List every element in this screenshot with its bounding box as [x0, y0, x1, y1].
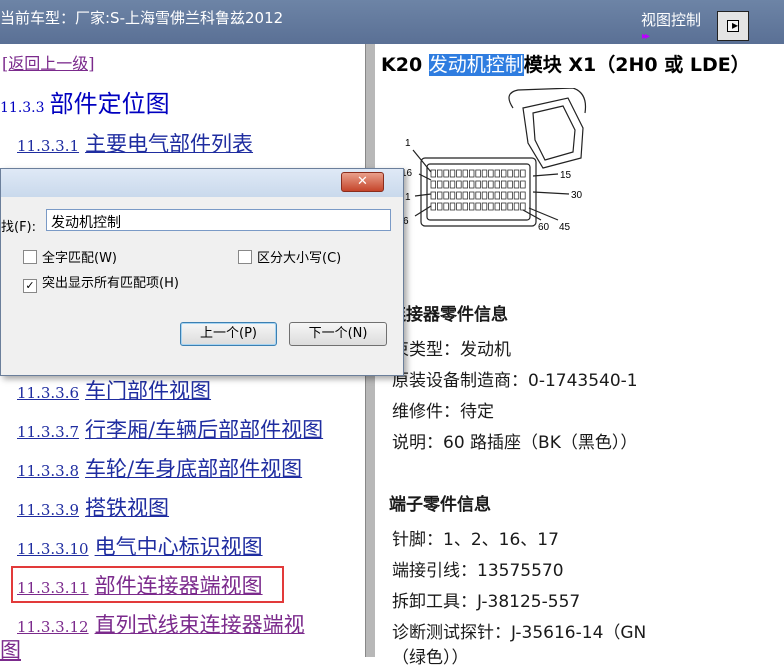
nav-link-number: 11.3.3.10	[17, 540, 89, 558]
highlight-box	[11, 566, 284, 603]
nav-link-ground-view[interactable]: 11.3.3.9 搭铁视图	[17, 492, 169, 522]
close-button[interactable]: ✕	[341, 172, 384, 192]
top-bar: 当前车型：厂家:S-上海雪佛兰科鲁兹2012 视图控制 ▸ ▸▸	[0, 0, 784, 44]
pin-label: 15	[560, 170, 572, 181]
next-button[interactable]: 下一个(N)	[289, 322, 387, 346]
checkbox-icon	[23, 250, 37, 264]
title-prefix: K20	[381, 54, 429, 76]
whole-word-label: 全字匹配(W)	[42, 251, 117, 266]
match-case-label: 区分大小写(C)	[257, 251, 342, 266]
dialog-titlebar[interactable]: ✕	[1, 169, 403, 197]
find-input[interactable]: 发动机控制	[46, 209, 391, 231]
description: 说明：60 路插座（BK（黑色））	[392, 433, 638, 453]
section-title: 部件定位图	[49, 90, 170, 118]
pin-label: 1	[405, 192, 411, 203]
service-part: 维修件：待定	[392, 402, 494, 422]
connector-diagram: 1 16 1 6 15 30 60 45	[401, 88, 587, 233]
view-control-label: 视图控制	[641, 11, 702, 29]
nav-link-main-electrical-parts[interactable]: 11.3.3.1 主要电气部件列表	[17, 128, 253, 158]
pins: 针脚：1、2、16、17	[392, 530, 559, 550]
nav-link-wheel-underbody[interactable]: 11.3.3.8 车轮/车身底部部件视图	[17, 453, 302, 483]
nav-link-title: 行李厢/车辆后部部件视图	[85, 418, 324, 442]
content-pane: K20 发动机控制模块 X1（2H0 或 LDE） 1 16 1 6 15 30	[375, 44, 784, 668]
nav-link-number: 11.3.3.12	[17, 618, 89, 636]
pin-label: 60	[538, 222, 550, 233]
vehicle-title: 当前车型：厂家:S-上海雪佛兰科鲁兹2012	[0, 9, 284, 27]
nav-link-title: 直列式线束连接器端视	[94, 613, 305, 637]
nav-link-number: 11.3.3.7	[17, 423, 80, 441]
connector-info-heading: 连接器零件信息	[389, 305, 508, 325]
match-case-checkbox[interactable]: 区分大小写(C)	[238, 247, 341, 266]
pin-label: 1	[405, 138, 411, 149]
nav-link-number: 11.3.3.9	[17, 501, 80, 519]
whole-word-checkbox[interactable]: 全字匹配(W)	[23, 247, 117, 266]
back-link[interactable]: [返回上一级]	[2, 50, 95, 74]
previous-button[interactable]: 上一个(P)	[180, 322, 277, 346]
pin-label: 45	[559, 222, 571, 233]
checkmark-icon: ✓	[23, 279, 37, 293]
nav-link-number: 11.3.3.6	[17, 384, 80, 402]
resize-indicator-icon: ▸▸	[642, 31, 650, 42]
highlight-all-label: 突出显示所有匹配项(H)	[42, 276, 179, 291]
find-dialog: ✕ 找(F): 发动机控制 全字匹配(W) 区分大小写(C) ✓ 突出显示所有匹配…	[0, 168, 404, 376]
terminal-info-heading: 端子零件信息	[389, 495, 491, 515]
harness-type: 束类型：发动机	[392, 340, 511, 360]
nav-link-number: 11.3.3.8	[17, 462, 80, 480]
nav-link-title: 电气中心标识视图	[94, 535, 263, 559]
nav-link-title: 主要电气部件列表	[85, 132, 254, 156]
nav-link-title: 车门部件视图	[85, 379, 212, 403]
nav-link-number: 11.3.3.1	[17, 137, 80, 155]
test-probe: 诊断测试探针：J-35616-14（GN	[392, 623, 647, 643]
nav-link-title: 搭铁视图	[85, 496, 170, 520]
view-control-button[interactable]: ▸	[717, 11, 749, 41]
arrow-right-icon: ▸	[732, 18, 739, 32]
nav-link-continuation[interactable]: 图	[0, 634, 21, 664]
section-number: 11.3.3	[0, 100, 45, 116]
nav-link-inline-harness[interactable]: 11.3.3.12 直列式线束连接器端视	[17, 609, 305, 639]
find-label: 找(F):	[1, 220, 37, 235]
pin-label: 30	[571, 190, 583, 201]
nav-link-door-parts[interactable]: 11.3.3.6 车门部件视图	[17, 375, 211, 405]
oem-number: 原装设备制造商：0-1743540-1	[392, 371, 638, 391]
page-title: K20 发动机控制模块 X1（2H0 或 LDE）	[381, 50, 750, 77]
dialog-body: 找(F): 发动机控制 全字匹配(W) 区分大小写(C) ✓ 突出显示所有匹配项(…	[1, 197, 403, 375]
title-suffix: 模块 X1（2H0 或 LDE）	[523, 54, 750, 76]
search-match: 发动机控制	[428, 54, 524, 76]
section-heading: 11.3.3 部件定位图	[0, 84, 170, 119]
release-tool: 拆卸工具：J-38125-557	[392, 592, 581, 612]
nav-link-trunk-parts[interactable]: 11.3.3.7 行李厢/车辆后部部件视图	[17, 414, 323, 444]
nav-link-electrical-center[interactable]: 11.3.3.10 电气中心标识视图	[17, 531, 263, 561]
test-probe-color: （绿色））	[392, 648, 469, 668]
nav-link-title: 车轮/车身底部部件视图	[85, 457, 303, 481]
highlight-all-checkbox[interactable]: ✓ 突出显示所有匹配项(H)	[23, 272, 179, 293]
checkbox-icon	[238, 250, 252, 264]
terminal-lead: 端接引线：13575570	[392, 561, 564, 581]
